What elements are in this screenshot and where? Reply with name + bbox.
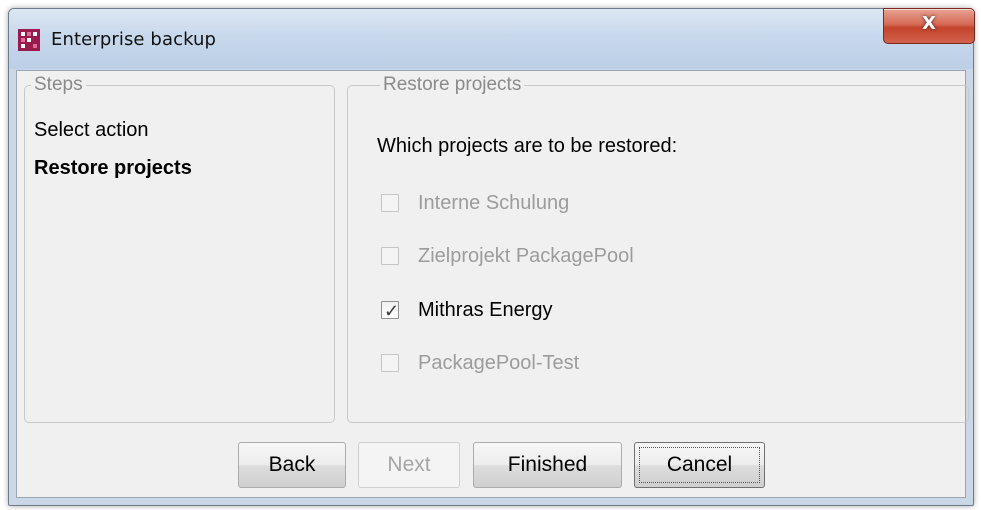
steps-panel: Steps Select action Restore projects: [24, 74, 335, 423]
steps-legend: Steps: [31, 74, 86, 96]
focus-ring: [639, 447, 760, 483]
restore-projects-panel: Restore projects Which projects are to b…: [347, 74, 969, 423]
checkbox[interactable]: [381, 194, 399, 212]
dialog-window: Enterprise backup X Steps Select action …: [8, 8, 975, 506]
close-button[interactable]: X: [883, 8, 975, 44]
checkbox[interactable]: [381, 354, 399, 372]
checkbox[interactable]: ✓: [381, 301, 400, 321]
project-label: Zielprojekt PackagePool: [418, 245, 634, 267]
checkbox[interactable]: [381, 247, 399, 265]
step-select-action: Select action: [34, 119, 149, 141]
back-button[interactable]: Back: [238, 442, 346, 488]
cancel-button[interactable]: Cancel: [634, 442, 765, 488]
finished-button[interactable]: Finished: [473, 442, 622, 488]
step-restore-projects: Restore projects: [34, 157, 192, 179]
project-label: PackagePool-Test: [418, 352, 580, 374]
next-button[interactable]: Next: [358, 442, 460, 488]
title-bar[interactable]: Enterprise backup X: [9, 8, 975, 69]
restore-question: Which projects are to be restored:: [377, 135, 678, 157]
checkmark-icon: ✓: [384, 301, 400, 321]
project-label: Mithras Energy: [418, 299, 553, 321]
close-icon: X: [922, 13, 936, 34]
restore-legend: Restore projects: [380, 74, 525, 96]
project-label: Interne Schulung: [418, 192, 570, 214]
dialog-content: Steps Select action Restore projects Res…: [16, 70, 969, 498]
window-title: Enterprise backup: [51, 29, 217, 50]
app-logo-icon: [18, 29, 40, 51]
